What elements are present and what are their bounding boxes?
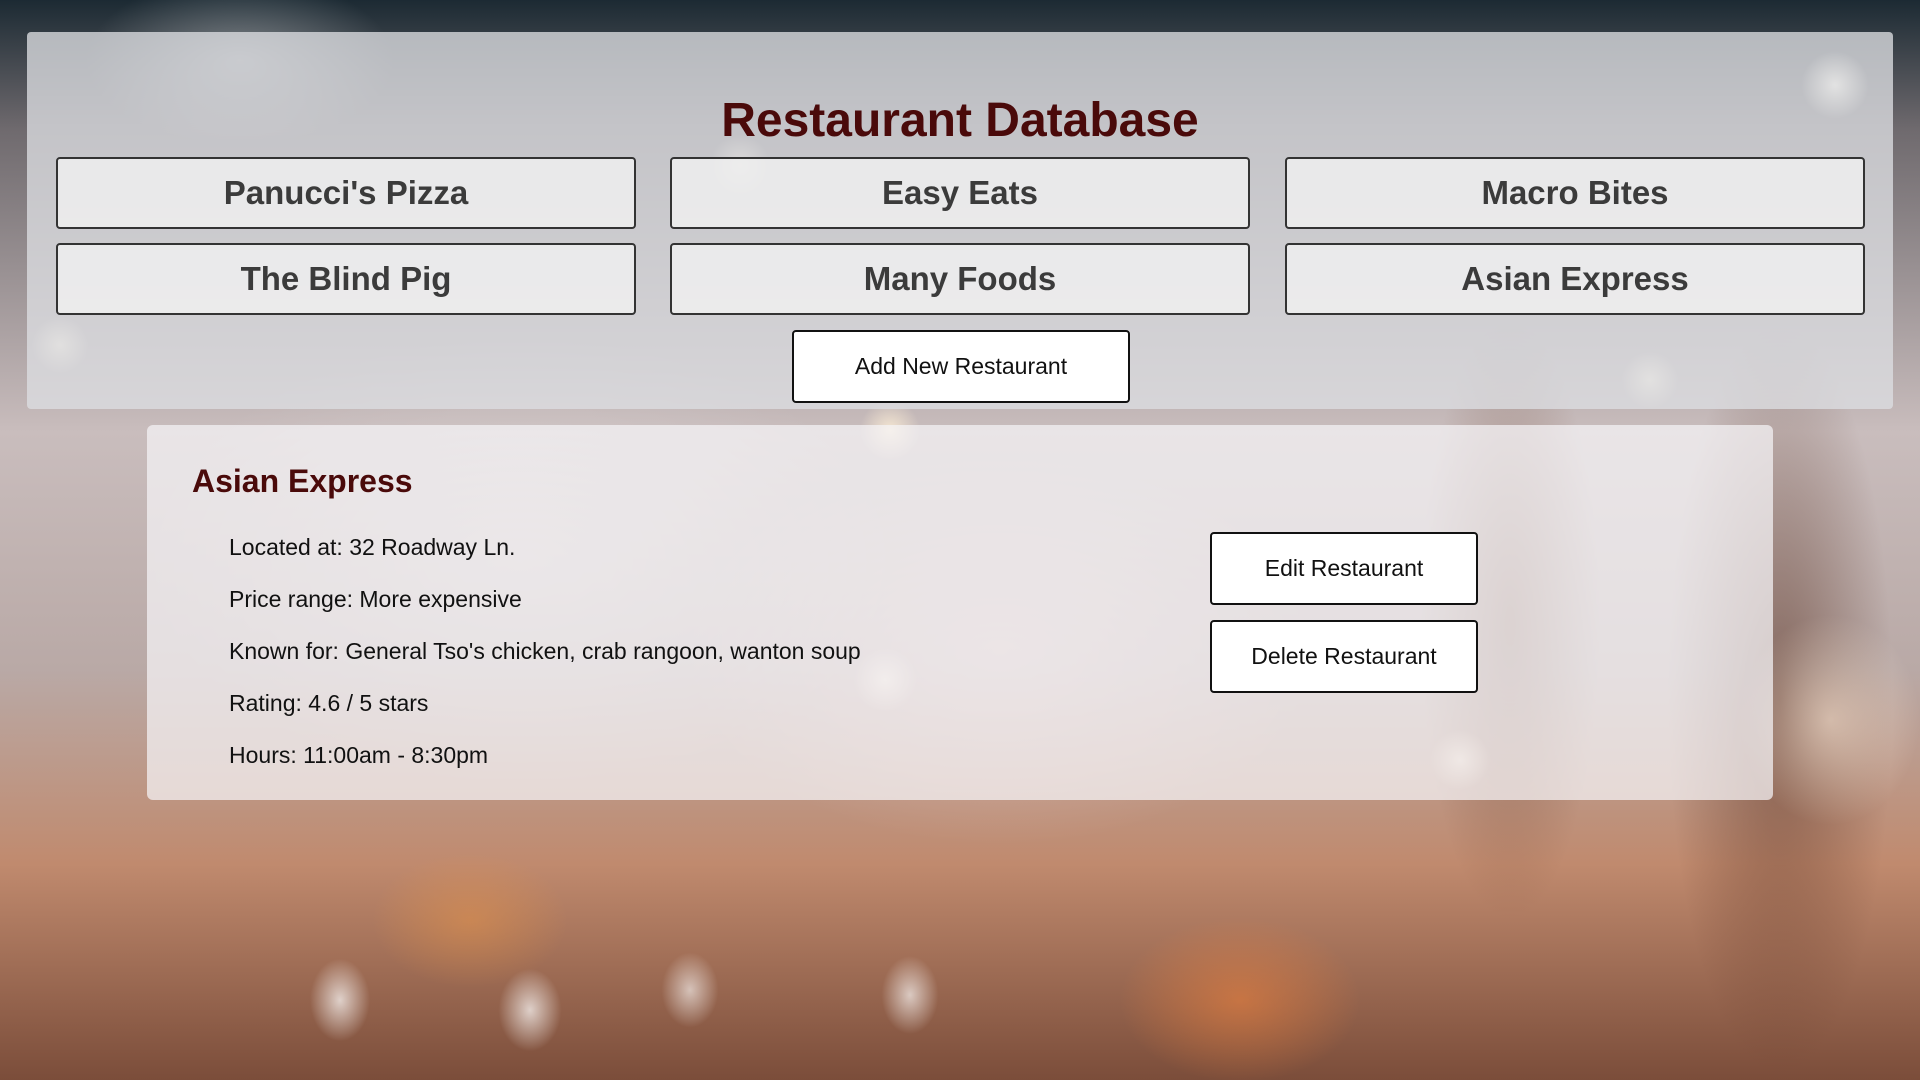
restaurant-button-panuccis-pizza[interactable]: Panucci's Pizza <box>56 157 636 229</box>
restaurant-button-macro-bites[interactable]: Macro Bites <box>1285 157 1865 229</box>
delete-restaurant-button[interactable]: Delete Restaurant <box>1210 620 1478 693</box>
restaurant-button-easy-eats[interactable]: Easy Eats <box>670 157 1250 229</box>
add-restaurant-button[interactable]: Add New Restaurant <box>792 330 1130 403</box>
restaurant-name-heading: Asian Express <box>192 463 413 499</box>
restaurant-button-many-foods[interactable]: Many Foods <box>670 243 1250 315</box>
app-background: { "header": { "title": "Restaurant Datab… <box>0 0 1920 1080</box>
restaurant-rating: Rating: 4.6 / 5 stars <box>229 690 429 716</box>
restaurant-list-panel: Restaurant Database Panucci's Pizza Easy… <box>27 32 1893 409</box>
restaurant-button-asian-express[interactable]: Asian Express <box>1285 243 1865 315</box>
restaurant-price-range: Price range: More expensive <box>229 586 522 612</box>
restaurant-location: Located at: 32 Roadway Ln. <box>229 534 516 560</box>
restaurant-hours: Hours: 11:00am - 8:30pm <box>229 742 489 768</box>
page-title: Restaurant Database <box>721 94 1199 147</box>
restaurant-button-the-blind-pig[interactable]: The Blind Pig <box>56 243 636 315</box>
restaurant-known-for: Known for: General Tso's chicken, crab r… <box>229 638 861 664</box>
edit-restaurant-button[interactable]: Edit Restaurant <box>1210 532 1478 605</box>
